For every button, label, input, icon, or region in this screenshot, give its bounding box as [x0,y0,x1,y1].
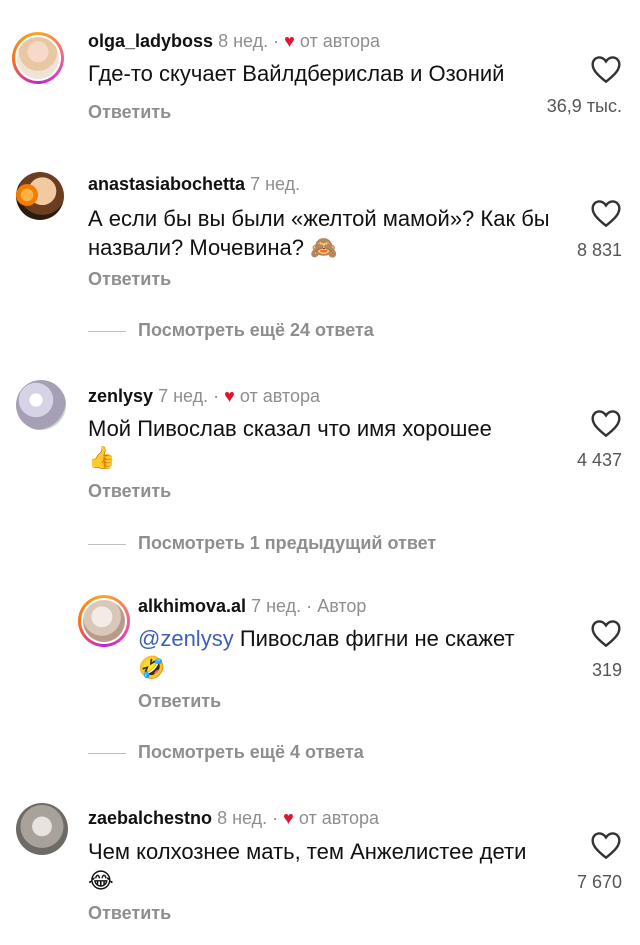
avatar[interactable] [16,172,64,220]
thumbs-up-icon: 👍 [88,445,116,470]
timestamp: 8 нед. [217,808,268,828]
like-count: 8 831 [576,240,622,260]
divider [88,752,126,754]
comment-body: Пивослав фигни не скажет [239,626,515,651]
heart-icon: ♥ [284,31,295,51]
separator: · [272,808,279,828]
reply-button[interactable]: Ответить [138,691,221,712]
like-block: 4 437 [542,408,622,471]
view-more-label: Посмотреть 1 предыдущий ответ [138,533,437,553]
comment-body: Мой Пивослав сказал что имя хорошее [88,416,492,441]
like-block: 7 670 [542,830,622,893]
timestamp: 7 нед. [158,386,209,406]
username[interactable]: anastasiabochetta [88,174,245,194]
like-heart-icon[interactable] [590,408,622,438]
timestamp: 7 нед. [250,174,301,194]
author-badge: Автор [317,596,367,616]
avatar[interactable] [78,595,130,647]
like-count: 36,9 тыс. [546,96,622,116]
username[interactable]: alkhimova.al [138,596,246,616]
view-more-label: Посмотреть ещё 24 ответа [138,320,374,340]
avatar[interactable] [16,803,68,855]
avatar[interactable] [12,32,64,84]
orange-slice-icon [16,184,38,206]
like-heart-icon[interactable] [590,54,622,84]
comment-body: Где-то скучает Вайлдберислав и Озоний [88,61,505,86]
view-more-replies-button[interactable]: Посмотреть ещё 24 ответа [88,320,374,341]
comment-text: @zenlysy Пивослав фигни не скажет 🤣 [138,624,558,682]
author-liked-label: от автора [298,808,379,828]
heart-icon: ♥ [224,386,235,406]
comment-meta: alkhimova.al 7 нед. · Автор [138,596,366,617]
heart-icon: ♥ [283,808,294,828]
rofl-emoji-icon: 🤣 [138,655,166,680]
comment-meta: olga_ladyboss 8 нед. · ♥ от автора [88,31,380,52]
comment-text: Мой Пивослав сказал что имя хорошее 👍 [88,414,548,472]
separator: · [213,386,220,406]
divider [88,330,126,332]
avatar[interactable] [16,380,66,430]
like-block: 8 831 [542,198,622,261]
mention-link[interactable]: @zenlysy [138,626,234,651]
view-previous-reply-button[interactable]: Посмотреть 1 предыдущий ответ [88,533,436,554]
like-heart-icon[interactable] [590,618,622,648]
like-block: 36,9 тыс. [542,54,622,117]
separator: · [306,596,313,616]
timestamp: 8 нед. [218,31,269,51]
comment-body: Чем колхознее мать, тем Анжелистее дети [88,839,527,864]
comment-text: Чем колхознее мать, тем Анжелистее дети … [88,837,528,895]
view-more-label: Посмотреть ещё 4 ответа [138,742,364,762]
like-heart-icon[interactable] [590,198,622,228]
username[interactable]: zenlysy [88,386,153,406]
like-count: 4 437 [576,450,622,470]
author-liked-label: от автора [299,31,380,51]
like-count: 319 [591,660,622,680]
reply-button[interactable]: Ответить [88,269,171,290]
author-liked-label: от автора [239,386,320,406]
like-heart-icon[interactable] [590,830,622,860]
reply-button[interactable]: Ответить [88,102,171,123]
comment-meta: anastasiabochetta 7 нед. [88,174,300,195]
comment-text: А если бы вы были «желтой мамой»? Как бы… [88,204,558,262]
divider [88,543,126,545]
reply-button[interactable]: Ответить [88,481,171,502]
username[interactable]: zaebalchestno [88,808,212,828]
see-no-evil-monkey-icon: 🙈 [310,235,338,260]
timestamp: 7 нед. [251,596,302,616]
separator: · [273,31,280,51]
reply-button[interactable]: Ответить [88,903,171,924]
comment-meta: zaebalchestno 8 нед. · ♥ от автора [88,808,379,829]
comment-meta: zenlysy 7 нед. · ♥ от автора [88,386,320,407]
like-block: 319 [542,618,622,681]
comment-text: Где-то скучает Вайлдберислав и Озоний [88,59,548,88]
like-count: 7 670 [576,872,622,892]
tears-of-joy-emoji-icon: 😂 [88,868,114,893]
view-more-replies-button[interactable]: Посмотреть ещё 4 ответа [88,742,364,763]
username[interactable]: olga_ladyboss [88,31,213,51]
